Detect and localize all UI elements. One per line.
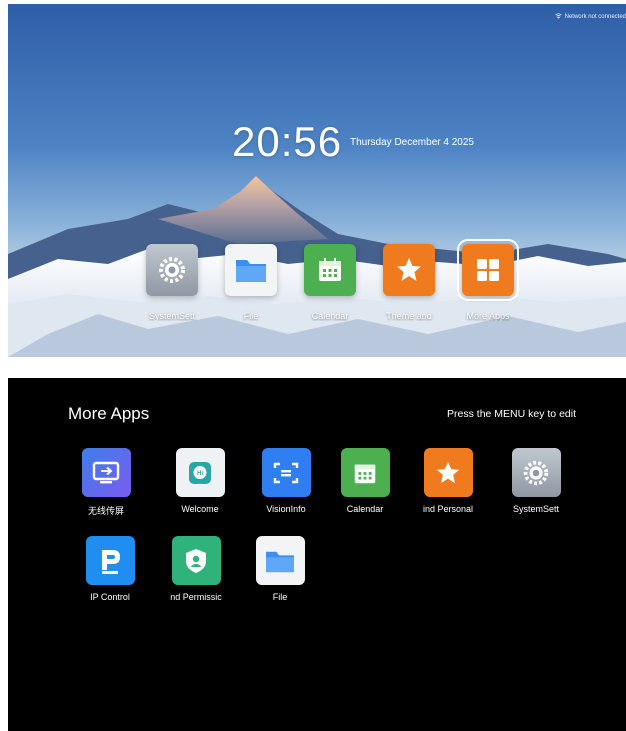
app-visioninfo[interactable]: VisionInfo — [248, 448, 324, 514]
dock-label: File — [243, 311, 259, 321]
app-label: Welcome — [181, 504, 219, 514]
chat-bubble-icon: Hi — [175, 448, 225, 497]
dock-item-more-apps[interactable]: More Apps — [456, 239, 520, 321]
app-label: File — [272, 592, 288, 602]
app-label: ind Personal — [422, 504, 474, 514]
star-icon — [383, 244, 435, 296]
network-status: Network not connected — [554, 13, 626, 21]
grid-icon — [457, 239, 519, 301]
app-welcome[interactable]: Hi Welcome — [162, 448, 238, 514]
app-label: 无线传屏 — [87, 506, 124, 516]
screen-cast-icon — [81, 448, 131, 497]
gear-icon — [146, 244, 198, 296]
app-ip-control[interactable]: IP Control — [72, 536, 148, 602]
gear-icon — [511, 448, 561, 497]
clock-time: 20:56 — [232, 118, 343, 165]
app-label: IP Control — [90, 592, 130, 602]
ip-control-icon — [85, 536, 135, 585]
app-systemsettings[interactable]: SystemSett — [498, 448, 574, 514]
network-status-text: Network not connected — [564, 14, 626, 20]
more-apps-screen: More Apps Press the MENU key to edit 无线传… — [8, 378, 626, 731]
calendar-icon — [304, 244, 356, 296]
wifi-icon — [554, 13, 562, 21]
app-label: VisionInfo — [266, 504, 306, 514]
app-file[interactable]: File — [242, 536, 318, 602]
dock-item-theme[interactable]: Theme and — [377, 244, 441, 321]
folder-icon — [255, 536, 305, 585]
dock-item-file[interactable]: File — [219, 244, 283, 321]
edit-hint: Press the MENU key to edit — [447, 408, 576, 420]
calendar-icon — [340, 448, 390, 497]
app-label: SystemSett — [512, 504, 559, 514]
app-calendar[interactable]: Calendar — [327, 448, 403, 514]
app-theme-personal[interactable]: ind Personal — [410, 448, 486, 514]
dock-label: Theme and — [386, 311, 432, 321]
dock-label: More Apps — [466, 311, 510, 321]
star-icon — [423, 448, 473, 497]
shield-user-icon — [171, 536, 221, 585]
page-title: More Apps — [68, 404, 150, 423]
home-screen: Network not connected 20:56 Thursday Dec… — [8, 4, 626, 357]
scan-frame-icon — [261, 448, 311, 497]
dock-item-calendar[interactable]: Calendar — [298, 244, 362, 321]
svg-text:Hi: Hi — [197, 471, 203, 477]
clock-date: Thursday December 4 2025 — [350, 137, 474, 148]
dock-label: SystemSett — [148, 311, 195, 321]
dock-label: Calendar — [311, 311, 349, 321]
app-label: nd Permissic — [170, 592, 222, 602]
app-permissions[interactable]: nd Permissic — [158, 536, 234, 602]
dock-item-systemsettings[interactable]: SystemSett — [140, 244, 204, 321]
folder-icon — [225, 244, 277, 296]
app-wireless-cast[interactable]: 无线传屏 — [68, 448, 144, 517]
app-label: Calendar — [346, 504, 384, 514]
